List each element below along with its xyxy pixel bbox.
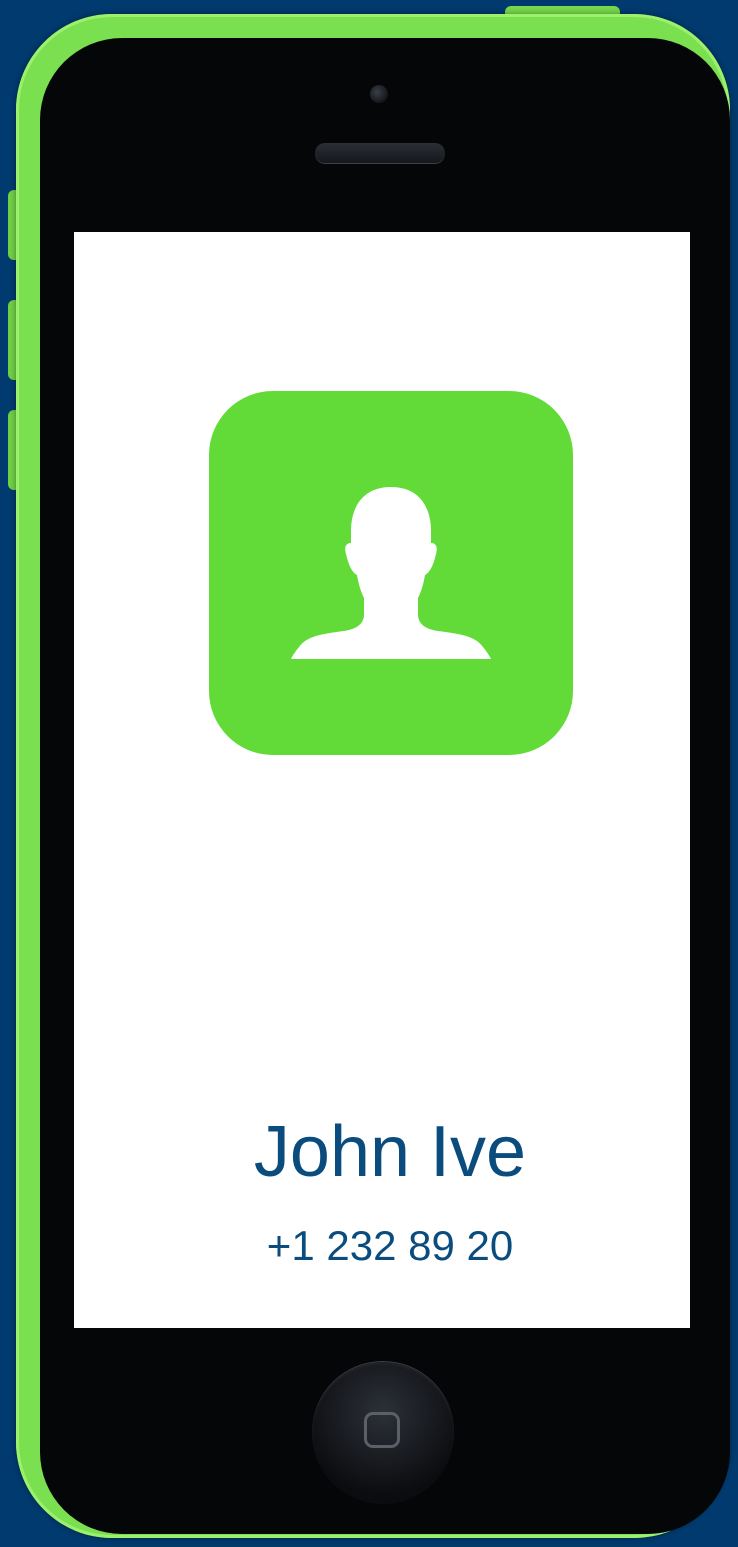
home-button[interactable] [312, 1362, 454, 1504]
person-silhouette-icon [291, 487, 491, 659]
front-camera-icon [370, 85, 388, 103]
contact-name: John Ive [253, 1112, 527, 1192]
contact-phone-number[interactable]: +1 232 89 20 [74, 1222, 706, 1270]
page: John Ive +1 232 89 20 [0, 0, 738, 1547]
home-button-icon [364, 1412, 400, 1448]
earpiece-speaker [315, 143, 445, 163]
phone-screen: John Ive +1 232 89 20 [74, 232, 690, 1328]
contact-avatar[interactable] [209, 391, 573, 755]
